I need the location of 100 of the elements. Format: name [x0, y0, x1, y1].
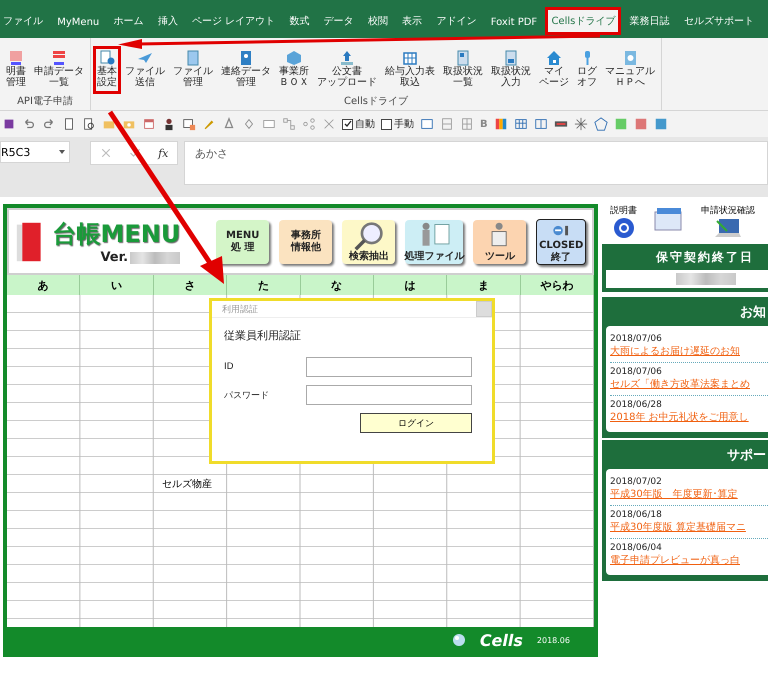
diagram-icon[interactable] [302, 117, 316, 131]
ribbon-tab[interactable]: 校閲 [362, 7, 394, 35]
help-icon[interactable] [612, 217, 634, 239]
blurred-version [130, 252, 180, 264]
ribbon-tab[interactable]: Foxit PDF [484, 10, 544, 35]
menu-button[interactable]: CLOSED 終了 [536, 218, 586, 264]
ribbon-button[interactable]: ファイル 管理 [169, 46, 217, 94]
insert-function-button[interactable]: fx [158, 146, 168, 160]
diagram-icon[interactable] [282, 117, 296, 131]
ribbon-tab[interactable]: ページ レイアウト [186, 7, 282, 35]
group-label: API電子申請 [16, 94, 74, 109]
confirm-icon[interactable] [128, 147, 141, 159]
calendar-icon[interactable] [142, 117, 156, 131]
menu-button[interactable]: MENU 処 理 [216, 220, 270, 264]
table-icon[interactable] [514, 117, 528, 131]
ribbon-button[interactable]: 明書 管理 [2, 46, 30, 94]
news-date: 2018/07/06 [610, 367, 663, 377]
ribbon-button[interactable]: 基本 設定 [93, 46, 121, 94]
input-field[interactable] [306, 357, 472, 377]
redo-icon[interactable] [42, 117, 56, 131]
login-button[interactable]: ログイン [360, 413, 472, 433]
ribbon-tab[interactable]: セルズサポート [678, 7, 760, 35]
contact-card-icon[interactable] [238, 50, 254, 66]
textbox-icon[interactable] [262, 117, 276, 131]
news-date: 2018/07/06 [610, 334, 663, 344]
id-card-icon[interactable] [455, 50, 471, 66]
ribbon-button[interactable]: ファイル 送信 [121, 46, 169, 94]
columns-icon[interactable] [534, 117, 548, 131]
news-date: 2018/07/02 [610, 477, 663, 487]
print-preview-icon[interactable] [82, 117, 96, 131]
name-box[interactable]: R5C3 [0, 141, 70, 163]
ribbon-button[interactable]: マイ ページ [535, 46, 573, 94]
dialog-heading: 従業員利用認証 [224, 328, 302, 343]
save-icon[interactable] [2, 117, 16, 131]
palette-icon[interactable] [494, 117, 508, 131]
document-icon[interactable] [185, 50, 201, 66]
list-icon[interactable] [51, 50, 67, 66]
ribbon-tab[interactable]: ファイル [0, 7, 49, 35]
ribbon-tab[interactable]: Cellsドライブ [545, 7, 622, 35]
news-date: 2018/06/28 [610, 400, 663, 410]
menu-button[interactable]: 事務所 情報他 [279, 220, 332, 264]
diagram-icon[interactable] [322, 117, 336, 131]
ribbon-tab[interactable]: 表示 [396, 7, 428, 35]
globe-icon [452, 633, 466, 647]
formula-field[interactable]: あかさ [184, 141, 768, 185]
ribbon-tab[interactable]: MyMenu [51, 10, 106, 35]
ribbon-button[interactable]: 取扱状況 入力 [487, 46, 535, 94]
ribbon-tab[interactable]: ホーム [108, 7, 150, 35]
footer-date: 2018.06 [536, 636, 570, 644]
ribbon-button[interactable]: 事業所 ＢＯＸ [275, 46, 313, 94]
box-icon[interactable] [286, 50, 302, 66]
ribbon-button[interactable]: 申請データ 一覧 [30, 46, 88, 94]
blurred-date [676, 273, 736, 285]
checkmark-icon [344, 120, 352, 128]
ribbon-tab[interactable]: 業務日誌 [624, 7, 676, 35]
id-card-icon[interactable] [503, 50, 519, 66]
input-field[interactable] [306, 385, 472, 405]
ledger-title: 台帳MENU [52, 219, 182, 250]
checkbox[interactable]: 自動 [342, 117, 375, 131]
house-icon[interactable] [546, 50, 562, 66]
version-label: Ver. [100, 250, 128, 265]
brand-logo: Cells [480, 630, 523, 650]
gear-document-icon[interactable] [99, 50, 115, 66]
snowflake-icon[interactable] [574, 117, 588, 131]
ribbon-tab[interactable]: データ [318, 7, 360, 35]
page-icon[interactable] [62, 117, 76, 131]
field-label: ID [224, 362, 234, 372]
dialog-title: 利用認証 [222, 304, 258, 316]
panel-title: 保守契約終了日 [654, 249, 755, 266]
certificate-icon[interactable] [8, 50, 24, 66]
link-label: 申請状況確認 [701, 204, 755, 217]
upload-icon[interactable] [339, 50, 355, 66]
swatch-icon[interactable] [634, 117, 648, 131]
ribbon-button[interactable]: 公文書 アップロード [313, 46, 381, 94]
window-icon[interactable] [182, 117, 196, 131]
rows-icon[interactable] [440, 117, 454, 131]
menu-button[interactable]: ツール [473, 220, 526, 264]
ribbon-button[interactable]: 取扱状況 一覧 [439, 46, 487, 94]
swatch-icon[interactable] [614, 117, 628, 131]
link-label: 説明書 [610, 204, 637, 217]
checkbox[interactable]: 手動 [381, 117, 414, 131]
menu-button[interactable]: 検索抽出 [342, 220, 396, 264]
grid-icon[interactable] [460, 117, 474, 131]
panel-title: お知 [740, 304, 767, 321]
ribbon-button[interactable]: マニュアル ＨＰへ [601, 46, 659, 94]
swatch-icon[interactable] [654, 117, 668, 131]
group-label: Cellsドライブ [343, 94, 409, 109]
help-book-icon[interactable] [622, 50, 638, 66]
table-icon[interactable] [402, 50, 418, 66]
table-cell-text: セルズ物産 [160, 478, 213, 492]
ribbon-tab[interactable]: 挿入 [152, 7, 184, 35]
ribbon-tab[interactable]: アドイン [430, 7, 482, 35]
ribbon-button[interactable]: 連絡データ 管理 [217, 46, 275, 94]
ribbon-button[interactable]: ログ オフ [573, 46, 601, 94]
panel-title: サポー [727, 447, 767, 464]
ribbon-button[interactable]: 給与入力表 取込 [381, 46, 439, 94]
ribbon-tab[interactable]: 数式 [283, 7, 316, 35]
news-date: 2018/06/04 [610, 543, 663, 553]
window-icon[interactable] [420, 117, 434, 131]
undo-icon[interactable] [22, 117, 36, 131]
